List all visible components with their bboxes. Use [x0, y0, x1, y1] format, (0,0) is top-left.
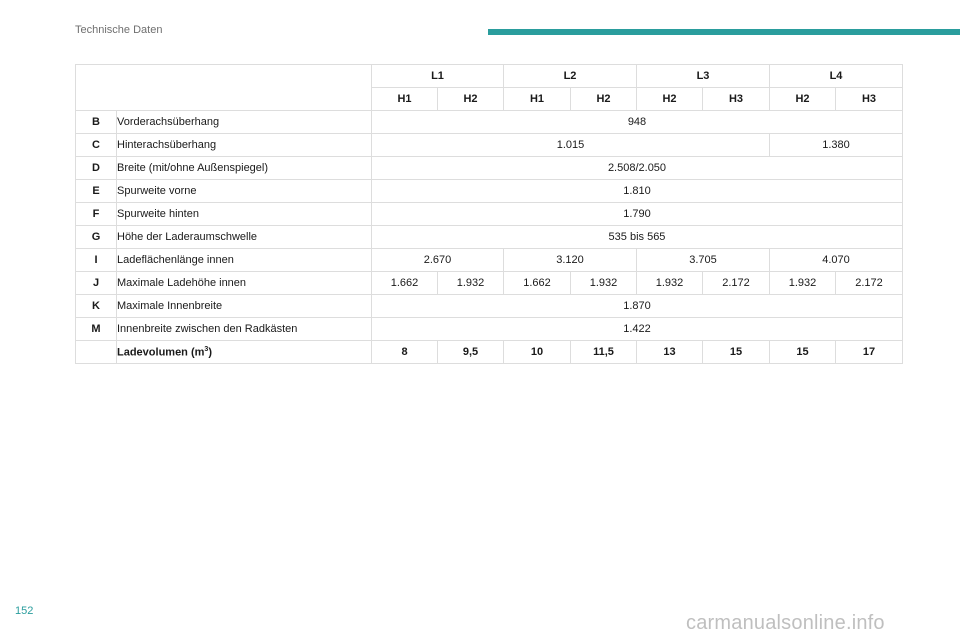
volume-value: 17: [835, 340, 903, 364]
row-value: 535 bis 565: [371, 225, 903, 249]
row-value: 3.120: [503, 248, 637, 272]
length-header-row: L1 L2 L3 L4: [75, 64, 903, 111]
row-value: 3.705: [636, 248, 770, 272]
row-value: 1.932: [636, 271, 703, 295]
header-l1: L1: [371, 64, 504, 88]
row-code: I: [75, 248, 117, 272]
row-code: D: [75, 156, 117, 180]
row-code: B: [75, 110, 117, 134]
row-value: 1.422: [371, 317, 903, 341]
volume-row: Ladevolumen (m3) 8 9,5 10 11,5 13 15 15 …: [75, 340, 903, 364]
row-label: Breite (mit/ohne Außenspiegel): [116, 156, 372, 180]
row-value: 1.932: [437, 271, 504, 295]
row-label: Maximale Innenbreite: [116, 294, 372, 318]
row-value: 2.670: [371, 248, 504, 272]
row-value: 1.932: [570, 271, 637, 295]
row-value: 1.932: [769, 271, 836, 295]
row-code: J: [75, 271, 117, 295]
table-row: F Spurweite hinten 1.790: [75, 202, 903, 226]
table-row: J Maximale Ladehöhe innen 1.662 1.932 1.…: [75, 271, 903, 295]
row-label: Spurweite hinten: [116, 202, 372, 226]
row-value: 2.508/2.050: [371, 156, 903, 180]
header-height: H2: [437, 87, 504, 111]
row-label: Vorderachsüberhang: [116, 110, 372, 134]
header-height: H2: [570, 87, 637, 111]
header-height: H1: [503, 87, 571, 111]
row-label: Hinterachsüberhang: [116, 133, 372, 157]
row-code: F: [75, 202, 117, 226]
row-label: Spurweite vorne: [116, 179, 372, 203]
volume-value: 13: [636, 340, 703, 364]
volume-label: Ladevolumen (m3): [116, 340, 372, 364]
volume-value: 8: [371, 340, 438, 364]
row-value: 1.810: [371, 179, 903, 203]
volume-value: 9,5: [437, 340, 504, 364]
table-row: I Ladeflächenlänge innen 2.670 3.120 3.7…: [75, 248, 903, 272]
row-code: C: [75, 133, 117, 157]
header-height: H3: [835, 87, 903, 111]
header-height: H1: [371, 87, 438, 111]
table-row: E Spurweite vorne 1.810: [75, 179, 903, 203]
dimensions-table: L1 L2 L3 L4 H1 H2 H1 H2 H2 H3 H2 H3 B Vo…: [75, 64, 903, 364]
row-label: Maximale Ladehöhe innen: [116, 271, 372, 295]
header-l3: L3: [636, 64, 770, 88]
row-value: 948: [371, 110, 903, 134]
table-row: K Maximale Innenbreite 1.870: [75, 294, 903, 318]
volume-value: 15: [769, 340, 836, 364]
table-row: G Höhe der Laderaumschwelle 535 bis 565: [75, 225, 903, 249]
page-number: 152: [15, 605, 34, 617]
table-row: D Breite (mit/ohne Außenspiegel) 2.508/2…: [75, 156, 903, 180]
row-label: Höhe der Laderaumschwelle: [116, 225, 372, 249]
table-row: C Hinterachsüberhang 1.015 1.380: [75, 133, 903, 157]
header-l2: L2: [503, 64, 637, 88]
row-label: Innenbreite zwischen den Radkästen: [116, 317, 372, 341]
table-row: B Vorderachsüberhang 948: [75, 110, 903, 134]
volume-value: 10: [503, 340, 571, 364]
header-height: H2: [769, 87, 836, 111]
header-corner: [75, 64, 372, 111]
volume-label-end: ): [208, 346, 212, 359]
header-height: H2: [636, 87, 703, 111]
row-value: 2.172: [702, 271, 770, 295]
row-value: 1.015: [371, 133, 770, 157]
header-accent-bar: [488, 29, 960, 35]
volume-label-text: Ladevolumen (m: [117, 346, 205, 359]
row-code: E: [75, 179, 117, 203]
row-code: G: [75, 225, 117, 249]
row-value: 1.662: [371, 271, 438, 295]
volume-value: 11,5: [570, 340, 637, 364]
row-code: K: [75, 294, 117, 318]
row-value: 4.070: [769, 248, 903, 272]
row-value: 1.870: [371, 294, 903, 318]
header-l4: L4: [769, 64, 903, 88]
table-row: M Innenbreite zwischen den Radkästen 1.4…: [75, 317, 903, 341]
row-value: 1.662: [503, 271, 571, 295]
row-value: 1.380: [769, 133, 903, 157]
volume-code-empty: [75, 340, 117, 364]
row-label: Ladeflächenlänge innen: [116, 248, 372, 272]
row-value: 2.172: [835, 271, 903, 295]
section-title: Technische Daten: [75, 24, 163, 36]
row-value: 1.790: [371, 202, 903, 226]
watermark: carmanualsonline.info: [686, 612, 885, 634]
header-height: H3: [702, 87, 770, 111]
volume-value: 15: [702, 340, 770, 364]
row-code: M: [75, 317, 117, 341]
